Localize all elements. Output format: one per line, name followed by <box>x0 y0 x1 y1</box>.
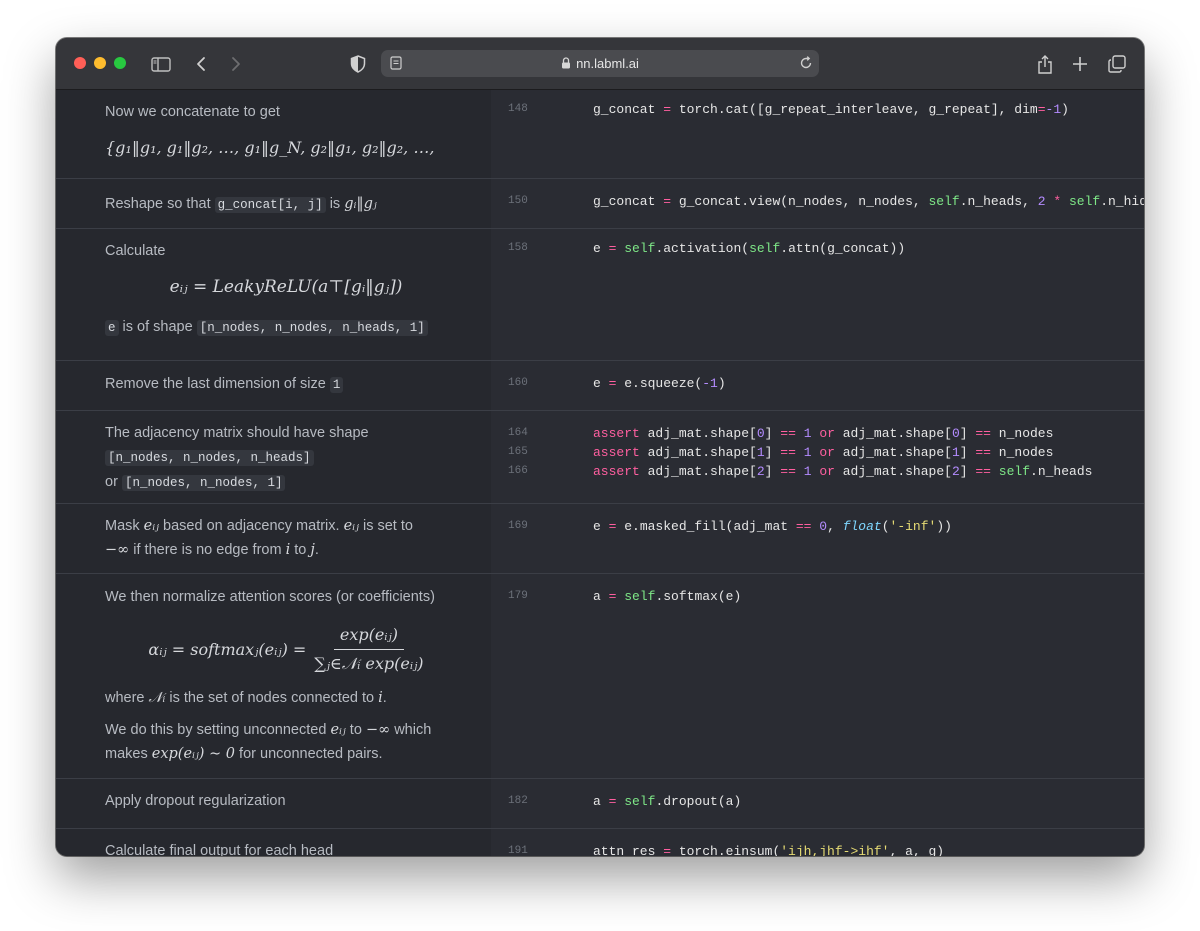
new-tab-icon[interactable] <box>1069 53 1091 75</box>
page-content: Now we concatenate to get {g₁‖g₁, g₁‖g₂,… <box>56 90 1144 856</box>
concat-formula: {g₁‖g₁, g₁‖g₂, …, g₁‖g_N, g₂‖g₁, g₂‖g₂, … <box>105 138 435 157</box>
section-adjacency: The adjacency matrix should have shape [… <box>56 410 1144 503</box>
section-code: 182 a = self.dropout(a) <box>491 779 1144 828</box>
section-docs: Now we concatenate to get {g₁‖g₁, g₁‖g₂,… <box>56 90 491 178</box>
section-docs: Remove the last dimension of size 1 <box>56 361 491 410</box>
doc-text: Apply dropout regularization <box>105 793 286 809</box>
url-display: nn.labml.ai <box>381 56 819 72</box>
inline-math: gᵢ‖gⱼ <box>344 196 377 212</box>
section-final-output: Calculate final output for each head 191… <box>56 828 1144 856</box>
code-line: 160 e = e.squeeze(-1) <box>508 376 726 391</box>
section-code: 191 attn_res = torch.einsum('ijh,jhf->ihf… <box>491 829 1144 856</box>
code-line: 166 assert adj_mat.shape[2] == 1 or adj_m… <box>508 464 1093 479</box>
code-line: 182 a = self.dropout(a) <box>508 794 742 809</box>
code-line: 164 assert adj_mat.shape[0] == 1 or adj_m… <box>508 426 1054 441</box>
section-code: 164 assert adj_mat.shape[0] == 1 or adj_m… <box>491 411 1144 503</box>
shield-icon[interactable] <box>347 53 369 75</box>
section-code: 169 e = e.masked_fill(adj_mat == 0, float… <box>491 504 1144 573</box>
section-code: 179 a = self.softmax(e) <box>491 574 1144 778</box>
section-softmax: We then normalize attention scores (or c… <box>56 573 1144 778</box>
code-text: a = self.softmax(e) <box>593 589 742 604</box>
section-docs: Calculate final output for each head <box>56 829 491 856</box>
code-line: 169 e = e.masked_fill(adj_mat == 0, float… <box>508 519 952 534</box>
code-text: g_concat = g_concat.view(n_nodes, n_node… <box>593 194 1144 209</box>
forward-icon[interactable] <box>225 53 247 75</box>
leakyrelu-formula: eᵢⱼ = LeakyReLU(a⊤[gᵢ‖gⱼ]) <box>169 277 403 297</box>
section-calculate: Calculate eᵢⱼ = LeakyReLU(a⊤[gᵢ‖gⱼ]) e i… <box>56 228 1144 360</box>
tabs-overview-icon[interactable] <box>1106 53 1128 75</box>
section-mask: Mask eᵢⱼ based on adjacency matrix. eᵢⱼ … <box>56 503 1144 573</box>
code-text: assert adj_mat.shape[0] == 1 or adj_mat.… <box>593 426 1054 441</box>
softmax-formula: αᵢⱼ = softmaxⱼ(eᵢⱼ) = exp(eᵢⱼ) ∑ⱼ∈𝒩ᵢ exp… <box>148 625 424 673</box>
inline-code: e <box>105 320 119 336</box>
minimize-window-button[interactable] <box>94 57 106 69</box>
inline-code: 1 <box>329 377 344 393</box>
lock-icon <box>561 57 571 72</box>
sidebar-icon[interactable] <box>150 53 172 75</box>
code-text: assert adj_mat.shape[1] == 1 or adj_mat.… <box>593 445 1054 460</box>
share-icon[interactable] <box>1034 53 1056 75</box>
code-text: attn_res = torch.einsum('ijh,jhf->ihf', … <box>593 844 945 856</box>
maximize-window-button[interactable] <box>114 57 126 69</box>
address-bar[interactable]: nn.labml.ai <box>381 50 819 77</box>
doc-text: The adjacency matrix should have shape <box>105 425 369 441</box>
code-line: 165 assert adj_mat.shape[1] == 1 or adj_m… <box>508 445 1054 460</box>
inline-code: [n_nodes, n_nodes, n_heads] <box>105 450 314 466</box>
section-squeeze: Remove the last dimension of size 1 160 e… <box>56 360 1144 410</box>
inline-code: g_concat[i, j] <box>214 197 326 213</box>
section-docs: Mask eᵢⱼ based on adjacency matrix. eᵢⱼ … <box>105 518 413 558</box>
close-window-button[interactable] <box>74 57 86 69</box>
code-line: 148 g_concat = torch.cat([g_repeat_interl… <box>508 102 1069 117</box>
section-docs: Reshape so that g_concat[i, j] is gᵢ‖gⱼ <box>105 196 377 213</box>
section-code: 148 g_concat = torch.cat([g_repeat_interl… <box>491 90 1144 178</box>
doc-title: Calculate <box>105 243 166 259</box>
back-icon[interactable] <box>190 53 212 75</box>
inline-code: [n_nodes, n_nodes, n_heads, 1] <box>196 320 428 336</box>
code-line: 150 g_concat = g_concat.view(n_nodes, n_n… <box>491 192 1144 211</box>
section-dropout: Apply dropout regularization 182 a = self… <box>56 778 1144 828</box>
doc-title: We then normalize attention scores (or c… <box>105 589 435 605</box>
inline-code: [n_nodes, n_nodes, 1] <box>121 475 286 491</box>
code-line: 158 e = self.activation(self.attn(g_conca… <box>508 241 906 256</box>
title-bar: nn.labml.ai <box>56 38 1144 90</box>
code-text: g_concat = torch.cat([g_repeat_interleav… <box>593 102 1069 117</box>
section-docs: Apply dropout regularization <box>56 779 491 828</box>
section-code: 150 g_concat = g_concat.view(n_nodes, n_n… <box>491 179 1144 228</box>
doc-text: Now we concatenate to get <box>105 104 280 120</box>
reload-icon[interactable] <box>795 52 817 74</box>
code-text: e = self.activation(self.attn(g_concat)) <box>593 241 906 256</box>
section-docs: Calculate eᵢⱼ = LeakyReLU(a⊤[gᵢ‖gⱼ]) e i… <box>56 229 491 360</box>
code-line: 179 a = self.softmax(e) <box>508 589 742 604</box>
code-line: 191 attn_res = torch.einsum('ijh,jhf->ihf… <box>491 842 1144 856</box>
section-reshape: Reshape so that g_concat[i, j] is gᵢ‖gⱼ … <box>56 178 1144 228</box>
code-text: e = e.squeeze(-1) <box>593 376 726 391</box>
section-docs: We then normalize attention scores (or c… <box>56 574 491 778</box>
code-text: assert adj_mat.shape[2] == 1 or adj_mat.… <box>593 464 1093 479</box>
code-text: a = self.dropout(a) <box>593 794 742 809</box>
code-text: e = e.masked_fill(adj_mat == 0, float('-… <box>593 519 952 534</box>
section-code: 158 e = self.activation(self.attn(g_conca… <box>491 229 1144 360</box>
section-docs: The adjacency matrix should have shape [… <box>56 411 491 503</box>
section-code: 160 e = e.squeeze(-1) <box>491 361 1144 410</box>
url-text: nn.labml.ai <box>576 56 639 71</box>
doc-text: Calculate final output for each head <box>105 843 334 856</box>
browser-window: nn.labml.ai Now we concatenate to get {g… <box>56 38 1144 856</box>
section-concatenate: Now we concatenate to get {g₁‖g₁, g₁‖g₂,… <box>56 90 1144 178</box>
